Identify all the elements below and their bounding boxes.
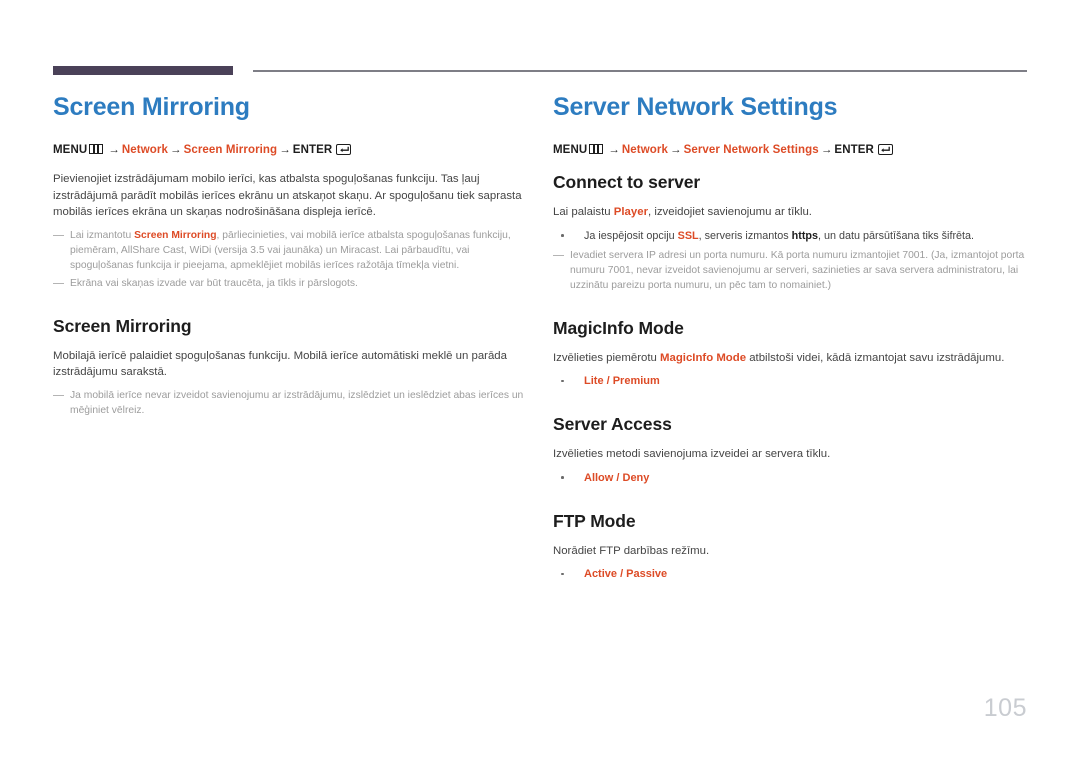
page-title-right: Server Network Settings xyxy=(553,93,838,121)
option-values-magicinfo: Lite / Premium xyxy=(584,375,660,388)
menu-panel-icon xyxy=(89,144,104,154)
note-server-ip-and-port: Ievadiet servera IP adresi un porta numu… xyxy=(553,248,1027,293)
bullet-mid: , serveris izmantos xyxy=(698,229,792,242)
enter-return-icon xyxy=(336,143,352,155)
note-text: Ievadiet servera IP adresi un porta numu… xyxy=(570,249,1025,291)
menu-step-screen-mirroring: Screen Mirroring xyxy=(183,144,278,156)
menu-step-server-network-settings: Server Network Settings xyxy=(683,144,819,156)
bullet-accent-ssl: SSL xyxy=(677,229,699,242)
section-heading-connect-to-server: Connect to server xyxy=(553,172,701,192)
enter-return-icon xyxy=(877,143,893,155)
menu-panel-icon xyxy=(589,144,604,154)
bullet-prefix: Ja iespējosit opciju xyxy=(584,229,678,242)
note-network-overload: Ekrāna vai skaņas izvade var būt traucēt… xyxy=(53,276,527,291)
menu-step-network: Network xyxy=(121,144,168,156)
body-suffix: , izveidojiet savienojumu ar tīklu. xyxy=(648,206,812,218)
section-body-magicinfo-mode: Izvēlieties piemērotu MagicInfo Mode atb… xyxy=(553,350,1027,367)
arrow-icon-2: → xyxy=(669,144,682,156)
option-values-server-access: Allow / Deny xyxy=(584,471,650,484)
left-column: Screen Mirroring MENU → Network → Screen Mir… xyxy=(53,92,527,421)
section-heading-screen-mirroring: Screen Mirroring xyxy=(53,315,192,336)
body-accent-player: Player xyxy=(613,206,648,218)
section-heading-magicinfo-mode: MagicInfo Mode xyxy=(553,317,684,338)
bullet-ftp-mode-options: Active / Passive xyxy=(553,566,1027,582)
intro-paragraph-left: Pievienojiet izstrādājumam mobilo ierīci… xyxy=(53,173,522,219)
arrow-icon-1: → xyxy=(608,144,620,156)
body-prefix: Izvēlieties piemērotu xyxy=(553,351,660,364)
bullet-magicinfo-options: Lite / Premium xyxy=(553,373,1027,389)
note-screen-mirroring-support: Lai izmantotu Screen Mirroring, pārlieci… xyxy=(53,228,527,273)
bullet-server-access-options: Allow / Deny xyxy=(553,470,1027,486)
note-accent: Screen Mirroring xyxy=(134,229,217,241)
menu-path-left: MENU → Network → Screen Mirroring → ENTER xyxy=(53,143,527,158)
bullet-strong-https: https xyxy=(791,229,819,242)
header-rule-thick xyxy=(53,66,233,75)
arrow-icon-3: → xyxy=(820,144,833,156)
body-accent-magicinfo-mode: MagicInfo Mode xyxy=(660,351,747,364)
arrow-icon-3: → xyxy=(279,144,291,156)
bullet-suffix: , un datu pārsūtīšana tiks šifrēta. xyxy=(818,229,975,242)
menu-label: MENU xyxy=(553,144,588,156)
body-suffix: atbilstoši videi, kādā izmantojat savu i… xyxy=(746,351,1005,364)
page-title-left: Screen Mirroring xyxy=(53,93,250,121)
header-rule xyxy=(53,66,1027,75)
menu-label: MENU xyxy=(53,144,88,156)
page-number: 105 xyxy=(983,694,1027,722)
bullet-ssl-https: Ja iespējosit opciju SSL, serveris izman… xyxy=(553,228,1027,244)
note-reconnect-devices: Ja mobilā ierīce nevar izveidot savienoj… xyxy=(53,388,527,418)
section-body-connect-to-server: Lai palaistu Player, izveidojiet savieno… xyxy=(553,204,1027,221)
manual-page: Screen Mirroring MENU → Network → Screen Mir… xyxy=(0,0,1080,763)
right-column: Server Network Settings MENU → Network → Ser… xyxy=(553,92,1027,586)
option-values-ftp-mode: Active / Passive xyxy=(584,568,668,581)
enter-label: ENTER xyxy=(834,144,874,156)
arrow-icon-1: → xyxy=(108,144,120,156)
note-prefix: Lai izmantotu xyxy=(70,229,135,241)
arrow-icon-2: → xyxy=(169,144,182,156)
section-body-ftp-mode: Norādiet FTP darbības režīmu. xyxy=(553,544,710,557)
section-body-server-access: Izvēlieties metodi savienojuma izveidei … xyxy=(553,448,831,461)
body-prefix: Lai palaistu xyxy=(553,206,614,218)
note-text: Ja mobilā ierīce nevar izveidot savienoj… xyxy=(70,389,524,416)
header-rule-thin xyxy=(253,70,1027,72)
section-body-screen-mirroring: Mobilajā ierīcē palaidiet spoguļošanas f… xyxy=(53,349,507,379)
menu-step-network: Network xyxy=(621,144,668,156)
section-heading-server-access: Server Access xyxy=(553,414,672,435)
menu-path-right: MENU → Network → Server Network Settings → ENT… xyxy=(553,143,1027,158)
section-heading-ftp-mode: FTP Mode xyxy=(553,510,636,531)
note-text: Ekrāna vai skaņas izvade var būt traucēt… xyxy=(70,277,358,289)
enter-label: ENTER xyxy=(292,144,333,156)
